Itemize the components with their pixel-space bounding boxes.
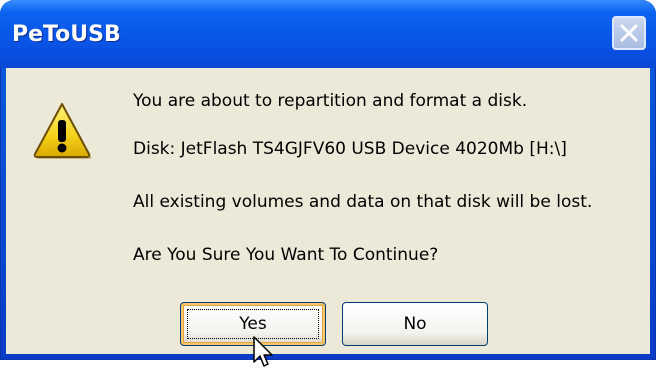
message-line-warning: All existing volumes and data on that di… — [133, 192, 593, 212]
focus-rectangle — [187, 309, 319, 339]
title-bar[interactable]: PeToUSB — [0, 0, 656, 68]
message-line-question: Are You Sure You Want To Continue? — [133, 245, 439, 265]
pointer-cursor-icon — [253, 336, 275, 375]
close-button[interactable] — [612, 16, 646, 50]
dialog-window: PeToUSB — [0, 0, 656, 360]
no-button[interactable]: No — [342, 302, 488, 346]
close-icon — [620, 24, 638, 42]
message-line-disk: Disk: JetFlash TS4GJFV60 USB Device 4020… — [133, 139, 567, 159]
message-line-1: You are about to repartition and format … — [133, 91, 528, 111]
window-title: PeToUSB — [12, 22, 121, 47]
no-button-label: No — [403, 314, 427, 334]
warning-icon — [32, 100, 92, 165]
